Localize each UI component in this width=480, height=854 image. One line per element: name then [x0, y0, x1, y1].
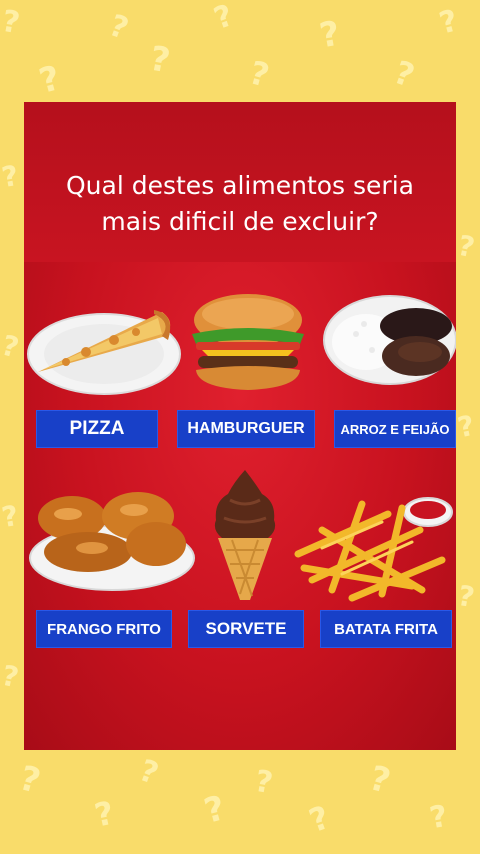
- fried-chicken-icon: [28, 478, 196, 599]
- question-mark-icon: ?: [455, 578, 477, 615]
- question-mark-icon: ?: [0, 328, 23, 365]
- option-hamburguer[interactable]: HAMBURGUER: [177, 410, 315, 448]
- question-mark-icon: ?: [0, 158, 21, 195]
- french-fries-icon: [292, 490, 456, 607]
- question-mark-icon: ?: [91, 793, 118, 835]
- option-batata-frita[interactable]: BATATA FRITA: [320, 610, 452, 648]
- option-arroz-e-feijao[interactable]: ARROZ E FEIJÃO: [334, 410, 456, 448]
- option-label: PIZZA: [69, 418, 125, 439]
- hamburger-icon: [186, 292, 310, 397]
- question-mark-icon: ?: [427, 798, 451, 837]
- option-label: ARROZ E FEIJÃO: [340, 421, 450, 437]
- pizza-icon: [26, 292, 182, 407]
- question-mark-icon: ?: [245, 53, 274, 95]
- question-mark-icon: ?: [0, 498, 21, 535]
- option-label: BATATA FRITA: [334, 620, 438, 638]
- question-mark-icon: ?: [15, 758, 45, 802]
- rice-beans-icon: [320, 294, 456, 399]
- question-mark-icon: ?: [0, 3, 23, 42]
- question-mark-icon: ?: [146, 38, 174, 82]
- question-mark-icon: ?: [365, 758, 395, 802]
- question-mark-icon: ?: [454, 228, 478, 265]
- option-label: FRANGO FRITO: [47, 620, 161, 638]
- option-frango-frito[interactable]: FRANGO FRITO: [36, 610, 172, 648]
- option-sorvete[interactable]: SORVETE: [188, 610, 304, 648]
- question-mark-icon: ?: [35, 58, 65, 102]
- question-mark-icon: ?: [134, 753, 163, 792]
- question-line-1: Qual destes alimentos seria: [66, 171, 414, 200]
- question-mark-icon: ?: [316, 13, 344, 57]
- question-line-2: mais dificil de excluir?: [101, 207, 379, 236]
- question-mark-icon: ?: [104, 8, 133, 47]
- option-pizza[interactable]: PIZZA: [36, 410, 158, 448]
- question-mark-icon: ?: [200, 788, 230, 832]
- question-mark-icon: ?: [435, 3, 462, 42]
- quiz-card: Qual destes alimentos seria mais dificil…: [24, 102, 456, 750]
- question-mark-icon: ?: [454, 408, 478, 445]
- question-mark-icon: ?: [304, 797, 335, 841]
- question-mark-icon: ?: [209, 0, 238, 37]
- option-label: HAMBURGUER: [187, 420, 305, 437]
- question-title: Qual destes alimentos seria mais dificil…: [24, 168, 456, 240]
- question-mark-icon: ?: [389, 52, 420, 96]
- question-mark-icon: ?: [0, 658, 22, 695]
- option-label: SORVETE: [205, 619, 287, 638]
- ice-cream-icon: [210, 468, 280, 609]
- question-mark-icon: ?: [252, 763, 276, 802]
